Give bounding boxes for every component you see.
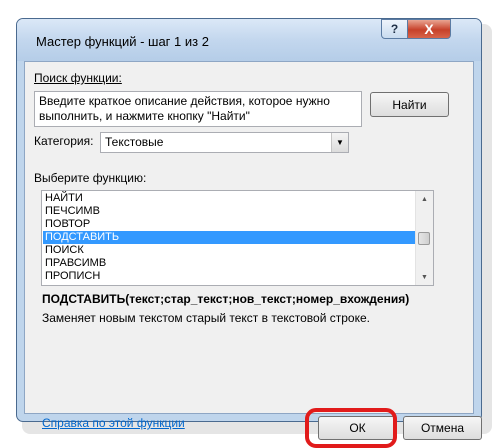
- search-label-text: Поиск функции:: [34, 71, 122, 85]
- list-item[interactable]: ПОВТОР: [43, 218, 418, 231]
- category-label: Категория:: [34, 134, 94, 148]
- function-list[interactable]: НАЙТИ ПЕЧСИМВ ПОВТОР ПОДСТАВИТЬ ПОИСК ПР…: [41, 190, 434, 286]
- cancel-button-label: Отмена: [420, 421, 465, 435]
- dialog-title: Мастер функций - шаг 1 из 2: [36, 34, 209, 49]
- dialog-body: Поиск функции: Введите краткое описание …: [24, 61, 482, 448]
- category-value: Текстовые: [105, 135, 164, 149]
- category-select[interactable]: Текстовые ▼: [100, 132, 349, 153]
- find-button-label: Найти: [392, 97, 427, 112]
- help-icon: ?: [390, 22, 399, 36]
- function-help-link[interactable]: Справка по этой функции: [42, 416, 185, 430]
- list-item-selected[interactable]: ПОДСТАВИТЬ: [43, 231, 418, 244]
- search-input[interactable]: Введите краткое описание действия, котор…: [34, 91, 362, 127]
- function-signature: ПОДСТАВИТЬ(текст;стар_текст;нов_текст;но…: [42, 292, 410, 306]
- list-item[interactable]: НАЙТИ: [43, 192, 418, 205]
- list-item[interactable]: ПРОПИСН: [43, 270, 418, 283]
- search-label: Поиск функции:: [34, 71, 122, 85]
- find-button[interactable]: Найти: [370, 92, 449, 117]
- function-wizard-dialog: Мастер функций - шаг 1 из 2 ? X Поиск фу…: [16, 18, 482, 448]
- close-icon: X: [424, 21, 434, 37]
- scroll-down-icon[interactable]: ▼: [417, 269, 432, 285]
- help-button[interactable]: ?: [381, 19, 408, 39]
- cancel-button[interactable]: Отмена: [403, 416, 482, 440]
- list-item[interactable]: ПОИСК: [43, 244, 418, 257]
- close-button[interactable]: X: [407, 19, 451, 39]
- title-bar[interactable]: Мастер функций - шаг 1 из 2 ? X: [17, 19, 481, 61]
- scroll-up-icon[interactable]: ▲: [417, 191, 432, 207]
- ok-button-highlight: [305, 408, 397, 448]
- chevron-down-icon[interactable]: ▼: [331, 133, 348, 152]
- list-item[interactable]: ПРАВСИМВ: [43, 257, 418, 270]
- function-list-scrollbar[interactable]: ▲ ▼: [415, 191, 433, 285]
- function-description: Заменяет новым текстом старый текст в те…: [42, 311, 370, 325]
- function-list-label: Выберите функцию:: [34, 171, 147, 185]
- scrollbar-thumb[interactable]: [418, 232, 430, 245]
- list-item[interactable]: ПЕЧСИМВ: [43, 205, 418, 218]
